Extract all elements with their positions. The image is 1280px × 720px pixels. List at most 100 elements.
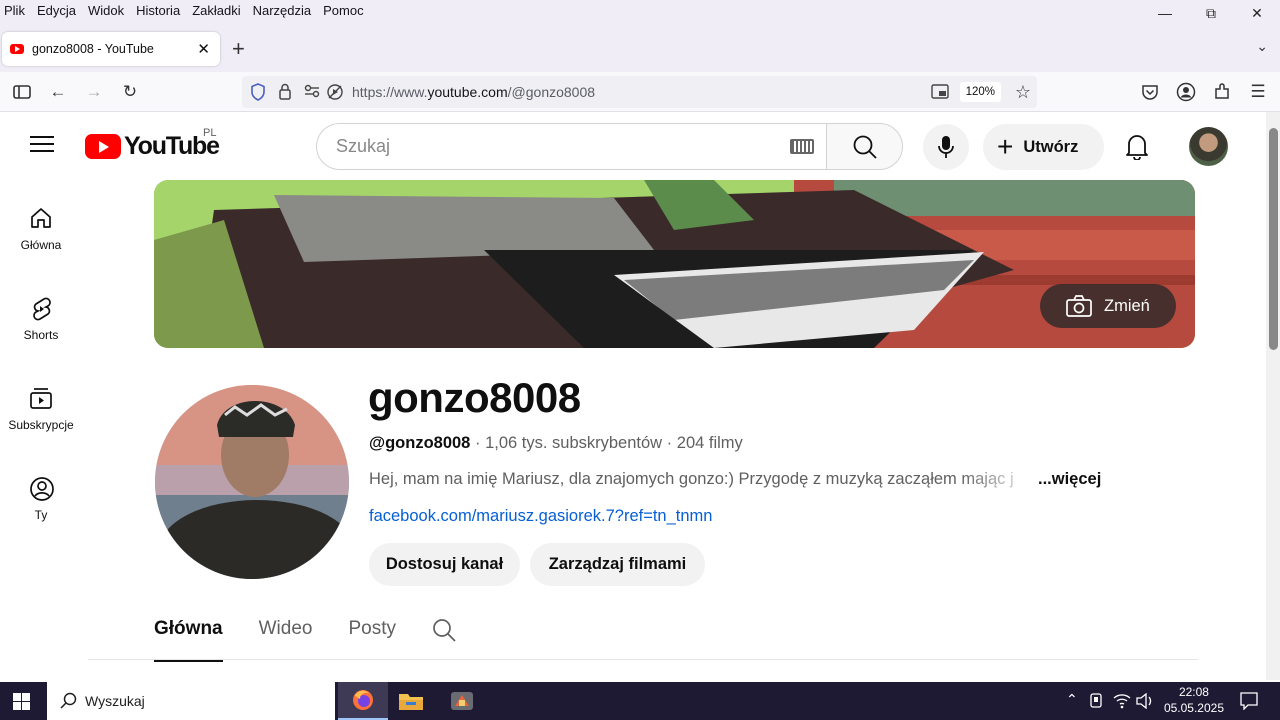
menu-view[interactable]: Widok bbox=[88, 3, 124, 18]
youtube-play-icon bbox=[85, 134, 121, 159]
firefox-taskbar-icon[interactable] bbox=[338, 682, 388, 720]
channel-avatar[interactable] bbox=[155, 385, 349, 579]
channel-meta: @gonzo8008 · 1,06 tys. subskrybentów · 2… bbox=[369, 434, 743, 452]
tab-strip: gonzo8008 - YouTube ✕ + ⌄ bbox=[0, 20, 1280, 72]
camera-icon bbox=[1066, 295, 1092, 317]
sidebar-item-subscriptions[interactable]: Subskrypcje bbox=[0, 386, 82, 432]
scrollbar-thumb[interactable] bbox=[1269, 128, 1278, 350]
sidebar-label-subscriptions: Subskrypcje bbox=[8, 418, 74, 432]
sidebar-label-shorts: Shorts bbox=[23, 328, 59, 342]
sidebar-item-you[interactable]: Ty bbox=[0, 476, 82, 522]
reload-button[interactable]: ↻ bbox=[118, 80, 142, 104]
tab-videos[interactable]: Wideo bbox=[259, 618, 313, 662]
close-tab-icon[interactable]: ✕ bbox=[197, 40, 210, 58]
list-all-tabs-chevron-icon[interactable]: ⌄ bbox=[1256, 38, 1268, 55]
subscriber-count: 1,06 tys. subskrybentów bbox=[485, 434, 663, 452]
description-fade bbox=[960, 468, 1040, 492]
url-prefix: https://www. bbox=[352, 84, 428, 100]
file-explorer-icon[interactable] bbox=[398, 691, 424, 716]
tabs-divider bbox=[88, 659, 1198, 660]
app-taskbar-icon[interactable] bbox=[450, 690, 474, 717]
search-input[interactable]: Szukaj bbox=[316, 123, 827, 170]
create-button[interactable]: + Utwórz bbox=[983, 124, 1104, 170]
manage-videos-button[interactable]: Zarządzaj filmami bbox=[530, 543, 705, 586]
clock-date: 05.05.2025 bbox=[1163, 701, 1224, 715]
menu-tools[interactable]: Narzędzia bbox=[253, 3, 312, 18]
keyboard-icon[interactable] bbox=[790, 139, 814, 154]
account-avatar[interactable] bbox=[1189, 127, 1228, 166]
forward-button[interactable]: → bbox=[82, 80, 106, 104]
url-domain: youtube.com bbox=[427, 84, 508, 100]
new-tab-button[interactable]: + bbox=[232, 36, 245, 62]
taskbar-search-input[interactable]: Wyszukaj bbox=[47, 682, 335, 720]
extensions-icon[interactable] bbox=[1210, 80, 1234, 104]
clock-time: 22:08 bbox=[1178, 685, 1209, 699]
tab-posts[interactable]: Posty bbox=[348, 618, 396, 662]
device-icon[interactable] bbox=[1089, 693, 1103, 714]
lock-icon[interactable] bbox=[278, 83, 292, 105]
taskbar-search-placeholder: Wyszukaj bbox=[85, 693, 145, 709]
change-banner-label: Zmień bbox=[1104, 296, 1150, 315]
show-hidden-icons-chevron-icon[interactable]: ⌃ bbox=[1066, 691, 1078, 708]
plus-icon: + bbox=[997, 131, 1014, 162]
notification-center-icon[interactable] bbox=[1240, 692, 1258, 715]
sidebar-label-you: Ty bbox=[34, 508, 48, 522]
url-path: /@gonzo8008 bbox=[507, 84, 596, 100]
subscriptions-icon bbox=[29, 386, 53, 410]
menu-help[interactable]: Pomoc bbox=[323, 3, 363, 18]
picture-in-picture-icon[interactable] bbox=[931, 84, 949, 105]
volume-icon[interactable] bbox=[1136, 692, 1154, 714]
customize-channel-button[interactable]: Dostosuj kanał bbox=[369, 543, 520, 586]
shield-icon[interactable] bbox=[250, 83, 266, 106]
country-code: PL bbox=[203, 127, 217, 139]
change-banner-button[interactable]: Zmień bbox=[1040, 284, 1176, 328]
channel-handle: @gonzo8008 bbox=[369, 434, 471, 452]
tab-home[interactable]: Główna bbox=[154, 618, 223, 662]
browser-menubar: Plik Edycja Widok Historia Zakładki Narz… bbox=[0, 0, 1280, 20]
guide-menu-icon[interactable] bbox=[30, 136, 54, 154]
menu-file[interactable]: Plik bbox=[4, 3, 25, 18]
youtube-favicon-icon bbox=[10, 44, 24, 54]
taskbar-search-icon bbox=[60, 692, 77, 709]
wifi-icon[interactable] bbox=[1113, 693, 1131, 714]
windows-start-icon[interactable] bbox=[13, 693, 30, 715]
tab-title: gonzo8008 - YouTube bbox=[32, 42, 154, 56]
browser-tab[interactable]: gonzo8008 - YouTube ✕ bbox=[2, 32, 220, 66]
search-icon bbox=[853, 135, 877, 159]
account-icon[interactable] bbox=[1174, 80, 1198, 104]
microphone-icon bbox=[938, 136, 954, 158]
channel-name: gonzo8008 bbox=[368, 374, 581, 421]
channel-external-link[interactable]: facebook.com/mariusz.gasiorek.7?ref=tn_t… bbox=[369, 507, 712, 526]
notifications-bell-icon[interactable] bbox=[1124, 132, 1150, 165]
menu-edit[interactable]: Edycja bbox=[37, 3, 76, 18]
youtube-logo[interactable]: YouTube PL bbox=[85, 127, 220, 161]
home-icon bbox=[29, 206, 53, 230]
url-bar[interactable]: https://www.youtube.com/@gonzo8008 120% … bbox=[242, 76, 1037, 108]
pocket-icon[interactable] bbox=[1138, 80, 1162, 104]
more-link[interactable]: ...więcej bbox=[1038, 470, 1101, 489]
menu-bookmarks[interactable]: Zakładki bbox=[192, 3, 240, 18]
voice-search-button[interactable] bbox=[923, 124, 969, 170]
sidebar-toggle-icon[interactable] bbox=[10, 80, 34, 104]
search-button[interactable] bbox=[826, 123, 903, 170]
menu-history[interactable]: Historia bbox=[136, 3, 180, 18]
channel-search-icon[interactable] bbox=[432, 618, 456, 662]
autoplay-blocked-icon[interactable] bbox=[326, 83, 344, 106]
video-count: 204 filmy bbox=[676, 434, 743, 452]
windows-taskbar: Wyszukaj ⌃ 22:08 05.05.2025 bbox=[0, 682, 1280, 720]
app-menu-icon[interactable]: ☰ bbox=[1246, 80, 1270, 104]
bookmark-star-icon[interactable]: ☆ bbox=[1015, 82, 1031, 103]
page-scrollbar[interactable] bbox=[1266, 112, 1280, 680]
create-label: Utwórz bbox=[1023, 137, 1079, 156]
url-text: https://www.youtube.com/@gonzo8008 bbox=[352, 84, 595, 100]
channel-banner-image bbox=[154, 180, 1195, 348]
sidebar-item-home[interactable]: Główna bbox=[0, 206, 82, 252]
zoom-level[interactable]: 120% bbox=[959, 82, 1001, 102]
system-clock[interactable]: 22:08 05.05.2025 bbox=[1164, 684, 1224, 716]
sidebar-item-shorts[interactable]: Shorts bbox=[0, 296, 82, 342]
shorts-icon bbox=[29, 296, 53, 321]
navigation-toolbar: ← → ↻ https://www.youtube.com/@gonzo8008… bbox=[0, 72, 1280, 112]
back-button[interactable]: ← bbox=[46, 80, 70, 104]
permissions-icon[interactable] bbox=[304, 84, 320, 103]
you-icon bbox=[29, 476, 54, 501]
